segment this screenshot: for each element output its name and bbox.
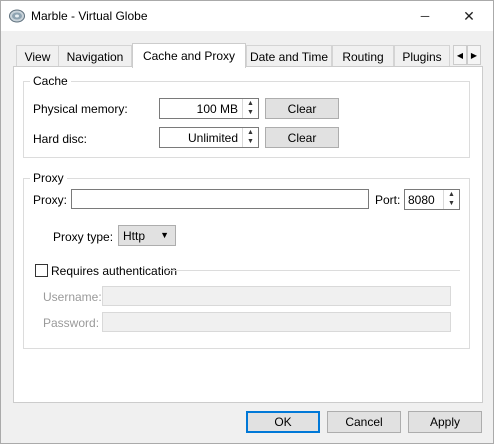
- marble-globe-icon: [9, 9, 25, 23]
- tab-cache-and-proxy[interactable]: Cache and Proxy: [132, 43, 246, 68]
- chevron-right-icon: ▶: [470, 50, 478, 60]
- tab-scroll-right-button[interactable]: ▶: [467, 45, 481, 65]
- requires-authentication-label[interactable]: Requires authentication: [51, 264, 177, 278]
- minimize-button[interactable]: ─: [403, 1, 447, 31]
- hard-disc-label: Hard disc:: [33, 132, 88, 146]
- cancel-button[interactable]: Cancel: [327, 411, 401, 433]
- port-spinbox[interactable]: 8080 ▲ ▼: [404, 189, 460, 210]
- spin-up-icon[interactable]: ▲: [243, 128, 258, 137]
- spin-down-icon[interactable]: ▼: [243, 137, 258, 146]
- dialog-window: Marble - Virtual Globe ─ ✕ View Navigati…: [0, 0, 494, 444]
- tab-panel-cache-and-proxy: Cache Physical memory: 100 MB ▲ ▼ Clear …: [13, 66, 483, 403]
- username-label: Username:: [43, 290, 102, 304]
- proxy-label: Proxy:: [33, 193, 68, 207]
- password-input[interactable]: [102, 312, 451, 332]
- title-bar[interactable]: Marble - Virtual Globe ─ ✕: [1, 1, 493, 31]
- chevron-left-icon: ◀: [456, 50, 464, 60]
- port-label: Port:: [375, 193, 401, 207]
- chevron-down-icon: ▼: [160, 230, 169, 240]
- window-title: Marble - Virtual Globe: [31, 9, 148, 23]
- tab-routing[interactable]: Routing: [332, 45, 394, 67]
- tab-scroll-left-button[interactable]: ◀: [453, 45, 467, 65]
- port-value: 8080: [408, 193, 435, 207]
- spin-down-icon[interactable]: ▼: [243, 108, 258, 117]
- hard-disc-spinbox[interactable]: Unlimited ▲ ▼: [159, 127, 259, 148]
- proxy-type-value: Http: [123, 229, 146, 243]
- proxy-type-select[interactable]: Http ▼: [118, 225, 176, 246]
- tab-navigation[interactable]: Navigation: [58, 45, 132, 67]
- close-button[interactable]: ✕: [447, 1, 491, 31]
- physical-memory-value: 100 MB: [196, 102, 238, 116]
- clear-memory-cache-button[interactable]: Clear: [265, 98, 339, 119]
- proxy-host-input[interactable]: [71, 189, 369, 209]
- physical-memory-label: Physical memory:: [33, 102, 128, 116]
- requires-authentication-checkbox[interactable]: [35, 264, 48, 277]
- spin-down-icon[interactable]: ▼: [444, 199, 459, 208]
- close-icon: ✕: [463, 7, 475, 24]
- tab-date-and-time[interactable]: Date and Time: [246, 45, 332, 67]
- port-spin-buttons: ▲ ▼: [443, 190, 459, 209]
- spin-up-icon[interactable]: ▲: [243, 99, 258, 108]
- minimize-icon: ─: [420, 9, 430, 23]
- tab-view[interactable]: View: [16, 45, 59, 67]
- ok-button[interactable]: OK: [246, 411, 320, 433]
- apply-button[interactable]: Apply: [408, 411, 482, 433]
- cache-group-title: Cache: [30, 74, 71, 88]
- tab-bar: View Navigation Cache and Proxy Date and…: [13, 43, 483, 68]
- proxy-type-label: Proxy type:: [53, 230, 114, 244]
- auth-divider: [166, 270, 460, 271]
- physical-memory-spin-buttons: ▲ ▼: [242, 99, 258, 118]
- proxy-group-title: Proxy: [30, 171, 67, 185]
- clear-disc-cache-button[interactable]: Clear: [265, 127, 339, 148]
- spin-up-icon[interactable]: ▲: [444, 190, 459, 199]
- password-label: Password:: [43, 316, 100, 330]
- physical-memory-spinbox[interactable]: 100 MB ▲ ▼: [159, 98, 259, 119]
- hard-disc-value: Unlimited: [187, 131, 238, 145]
- hard-disc-spin-buttons: ▲ ▼: [242, 128, 258, 147]
- tab-plugins[interactable]: Plugins: [394, 45, 450, 67]
- username-input[interactable]: [102, 286, 451, 306]
